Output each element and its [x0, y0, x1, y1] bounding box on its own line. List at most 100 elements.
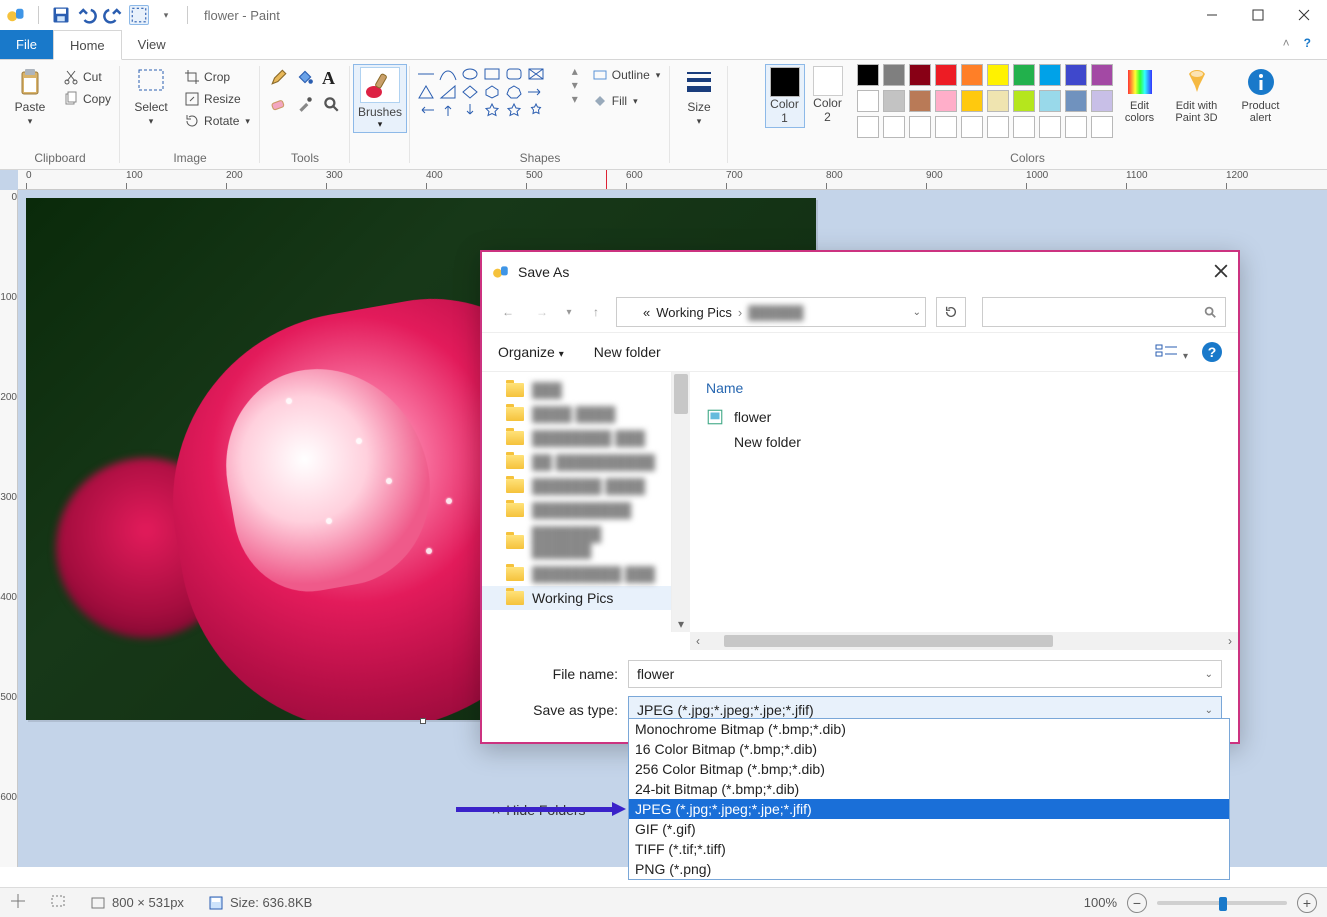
palette-color[interactable] — [857, 90, 879, 112]
palette-color[interactable] — [961, 90, 983, 112]
saveastype-option[interactable]: TIFF (*.tif;*.tiff) — [629, 839, 1229, 859]
resize-button[interactable]: Resize — [180, 88, 254, 110]
file-list[interactable]: Name flower New folder — [690, 372, 1238, 632]
nav-up-button[interactable]: ↑ — [582, 298, 610, 326]
palette-color[interactable] — [1065, 116, 1087, 138]
eraser-tool-icon[interactable] — [270, 95, 288, 116]
save-icon[interactable] — [51, 5, 71, 25]
palette-color[interactable] — [1091, 116, 1113, 138]
shape-outline-button[interactable]: Outline▾ — [588, 64, 665, 86]
shapes-more-icon[interactable]: ▾ — [572, 92, 578, 106]
filename-input[interactable]: flower⌄ — [628, 660, 1222, 688]
palette-color[interactable] — [909, 64, 931, 86]
saveastype-option[interactable]: Monochrome Bitmap (*.bmp;*.dib) — [629, 719, 1229, 739]
zoom-tool-icon[interactable] — [322, 95, 340, 116]
palette-color[interactable] — [909, 116, 931, 138]
paste-button[interactable]: Paste▾ — [5, 64, 55, 129]
qat-select-icon[interactable] — [129, 5, 149, 25]
palette-color[interactable] — [1013, 64, 1035, 86]
palette-color[interactable] — [1039, 90, 1061, 112]
address-bar[interactable]: « Working Pics› ██████ ⌄ — [616, 297, 926, 327]
palette-color[interactable] — [857, 116, 879, 138]
palette-color[interactable] — [883, 64, 905, 86]
organize-button[interactable]: Organize ▾ — [498, 344, 564, 360]
shapes-scroll-down-icon[interactable]: ▾ — [572, 78, 578, 92]
palette-color[interactable] — [1039, 116, 1061, 138]
nav-recent-button[interactable]: ▾ — [562, 298, 576, 326]
palette-color[interactable] — [909, 90, 931, 112]
palette-color[interactable] — [1065, 90, 1087, 112]
saveastype-option[interactable]: 24-bit Bitmap (*.bmp;*.dib) — [629, 779, 1229, 799]
resize-handle[interactable] — [420, 718, 426, 724]
shape-fill-button[interactable]: Fill▾ — [588, 90, 665, 112]
redo-icon[interactable] — [103, 5, 123, 25]
text-tool-icon[interactable]: A — [322, 68, 335, 89]
edit-colors-button[interactable]: Edit colors — [1117, 64, 1163, 126]
palette-color[interactable] — [987, 64, 1009, 86]
paint3d-button[interactable]: Edit with Paint 3D — [1167, 64, 1227, 126]
saveastype-option[interactable]: PNG (*.png) — [629, 859, 1229, 879]
saveastype-option[interactable]: 256 Color Bitmap (*.bmp;*.dib) — [629, 759, 1229, 779]
tab-view[interactable]: View — [122, 30, 182, 59]
palette-color[interactable] — [883, 116, 905, 138]
view-mode-button[interactable]: ▾ — [1155, 343, 1188, 362]
palette-color[interactable] — [987, 116, 1009, 138]
ribbon-collapse-icon[interactable]: ˄ — [1283, 36, 1290, 50]
hide-folders-button[interactable]: ˄Hide Folders — [492, 802, 586, 818]
nav-forward-button[interactable]: → — [528, 298, 556, 326]
list-h-scrollbar[interactable]: ‹› — [690, 632, 1238, 650]
cut-button[interactable]: Cut — [59, 66, 115, 88]
pencil-tool-icon[interactable] — [270, 68, 288, 89]
select-button[interactable]: Select▾ — [126, 64, 176, 129]
palette-color[interactable] — [935, 116, 957, 138]
shapes-gallery[interactable] — [416, 64, 566, 118]
close-button[interactable] — [1281, 0, 1327, 30]
folder-tree[interactable]: ███ ████ ████ ████████ ███ ██ ██████████… — [482, 372, 672, 632]
color1-button[interactable]: Color 1 — [765, 64, 805, 128]
picker-tool-icon[interactable] — [296, 95, 314, 116]
palette-color[interactable] — [857, 64, 879, 86]
dialog-search-input[interactable] — [982, 297, 1226, 327]
palette-color[interactable] — [1065, 64, 1087, 86]
refresh-button[interactable] — [936, 297, 966, 327]
saveastype-option[interactable]: GIF (*.gif) — [629, 819, 1229, 839]
color2-button[interactable]: Color 2 — [809, 64, 847, 126]
saveastype-dropdown[interactable]: Monochrome Bitmap (*.bmp;*.dib)16 Color … — [628, 718, 1230, 880]
zoom-out-button[interactable]: − — [1127, 893, 1147, 913]
new-folder-button[interactable]: New folder — [594, 344, 661, 360]
palette-color[interactable] — [883, 90, 905, 112]
minimize-button[interactable] — [1189, 0, 1235, 30]
palette-color[interactable] — [1013, 90, 1035, 112]
zoom-in-button[interactable]: + — [1297, 893, 1317, 913]
dialog-close-button[interactable] — [1214, 264, 1228, 281]
palette-color[interactable] — [961, 116, 983, 138]
crop-button[interactable]: Crop — [180, 66, 254, 88]
copy-button[interactable]: Copy — [59, 88, 115, 110]
color-palette[interactable] — [857, 64, 1113, 138]
maximize-button[interactable] — [1235, 0, 1281, 30]
palette-color[interactable] — [961, 64, 983, 86]
palette-color[interactable] — [1013, 116, 1035, 138]
palette-color[interactable] — [987, 90, 1009, 112]
ribbon-help-icon[interactable]: ? — [1304, 36, 1311, 50]
palette-color[interactable] — [935, 90, 957, 112]
palette-color[interactable] — [1091, 64, 1113, 86]
saveastype-option[interactable]: JPEG (*.jpg;*.jpeg;*.jpe;*.jfif) — [629, 799, 1229, 819]
qat-more-icon[interactable] — [155, 5, 175, 25]
rotate-button[interactable]: Rotate▾ — [180, 110, 254, 132]
palette-color[interactable] — [1039, 64, 1061, 86]
palette-color[interactable] — [1091, 90, 1113, 112]
fill-tool-icon[interactable] — [296, 68, 314, 89]
brushes-button[interactable]: Brushes▾ — [353, 64, 407, 133]
shapes-scroll-up-icon[interactable]: ▴ — [572, 64, 578, 78]
undo-icon[interactable] — [77, 5, 97, 25]
nav-back-button[interactable]: ← — [494, 298, 522, 326]
tab-home[interactable]: Home — [53, 30, 122, 60]
product-alert-button[interactable]: Product alert — [1231, 64, 1291, 126]
dialog-help-button[interactable]: ? — [1202, 342, 1222, 362]
palette-color[interactable] — [935, 64, 957, 86]
zoom-slider[interactable] — [1157, 901, 1287, 905]
tree-scrollbar[interactable]: ▴▾ — [672, 372, 690, 632]
saveastype-option[interactable]: 16 Color Bitmap (*.bmp;*.dib) — [629, 739, 1229, 759]
column-header-name[interactable]: Name — [706, 380, 1222, 404]
